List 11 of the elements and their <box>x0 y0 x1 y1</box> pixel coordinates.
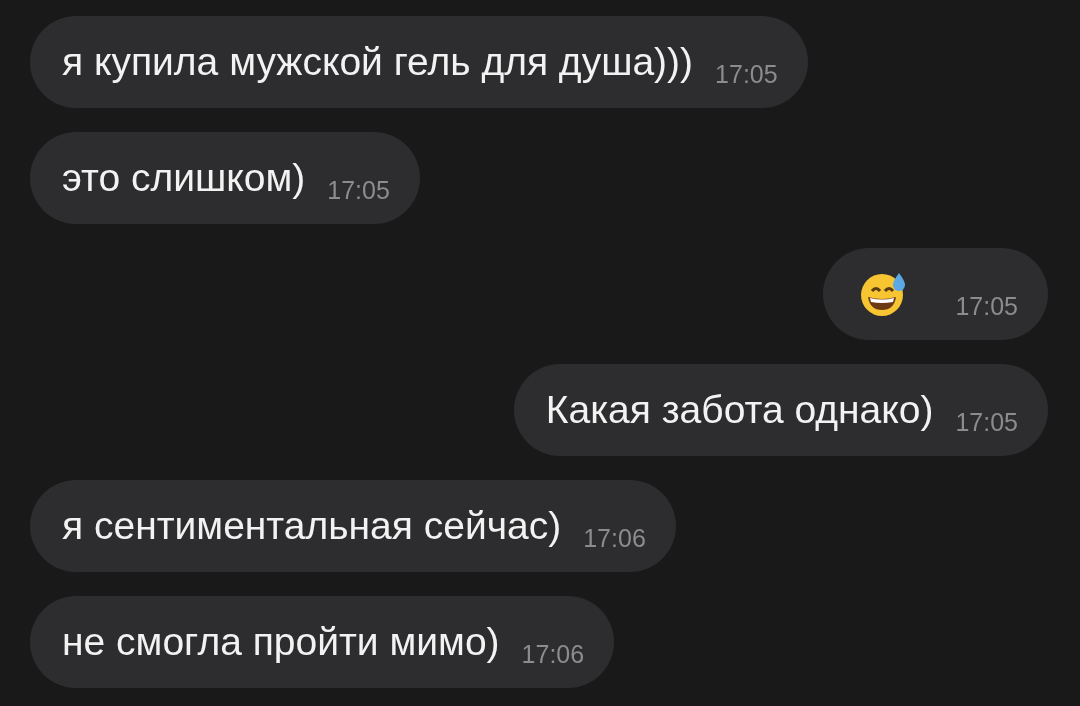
message-time: 17:05 <box>327 175 390 205</box>
message-time: 17:06 <box>583 523 646 553</box>
message-text: я сентиментальная сейчас) <box>62 504 562 548</box>
message-text: я купила мужской гель для душа))) <box>62 40 694 84</box>
message-text: это слишком) <box>62 156 306 200</box>
message-time: 17:05 <box>715 59 778 89</box>
message-text: не смогла пройти мимо) <box>62 620 500 664</box>
message-text: Какая забота однако) <box>545 388 934 432</box>
message-time: 17:06 <box>521 639 585 669</box>
message-time: 17:05 <box>955 407 1018 437</box>
message-time: 17:05 <box>955 291 1018 321</box>
